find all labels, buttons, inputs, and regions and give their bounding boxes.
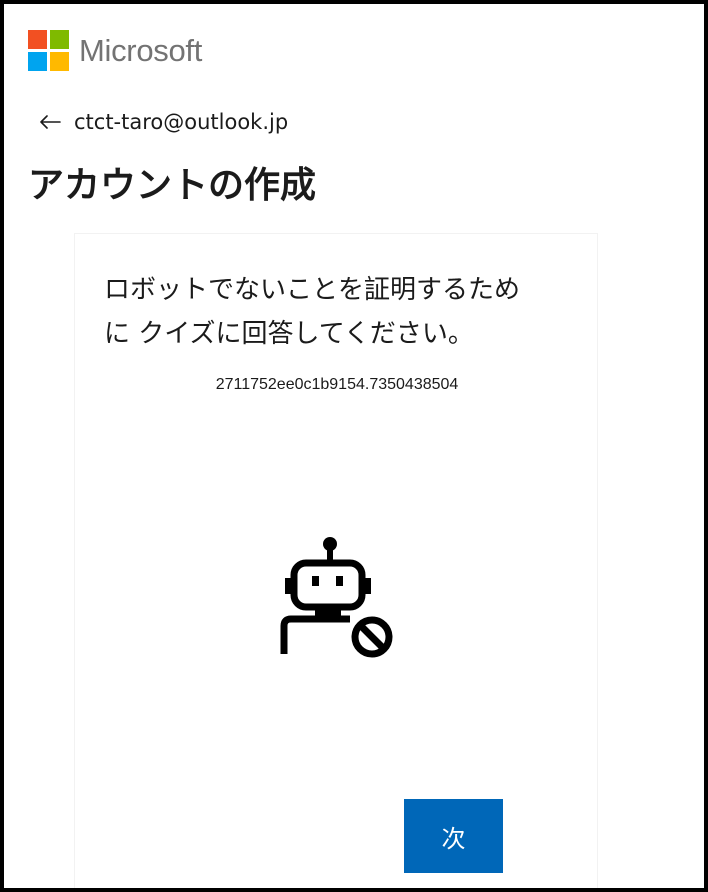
account-email: ctct-taro@outlook.jp	[74, 110, 289, 134]
microsoft-wordmark: Microsoft	[79, 32, 203, 68]
left-arrow-icon[interactable]	[38, 110, 62, 134]
logo-square-yellow	[50, 51, 69, 71]
instruction-line-2: に クイズに回答してください。	[104, 319, 474, 349]
session-id: 2711752ee0c1b9154.7350438504	[215, 376, 459, 393]
signup-window: Microsoft ctct-taro@outlook.jp アカウントの作成 …	[0, 0, 708, 892]
robot-blocked-icon	[278, 534, 394, 658]
microsoft-logo-icon	[28, 29, 69, 71]
logo-square-green	[50, 29, 69, 49]
microsoft-header: Microsoft	[28, 29, 202, 71]
challenge-card: ロボットでないことを証明するために クイズに回答してください。 2711752e…	[74, 233, 598, 888]
logo-square-blue	[28, 51, 47, 71]
next-button[interactable]: 次	[404, 799, 503, 873]
page-title: アカウントの作成	[28, 165, 317, 206]
instruction-line-1: ロボットでないことを証明するため	[104, 275, 521, 305]
logo-square-red	[28, 29, 47, 49]
challenge-instruction: ロボットでないことを証明するために クイズに回答してください。	[104, 268, 574, 356]
identity-banner: ctct-taro@outlook.jp	[38, 106, 288, 138]
